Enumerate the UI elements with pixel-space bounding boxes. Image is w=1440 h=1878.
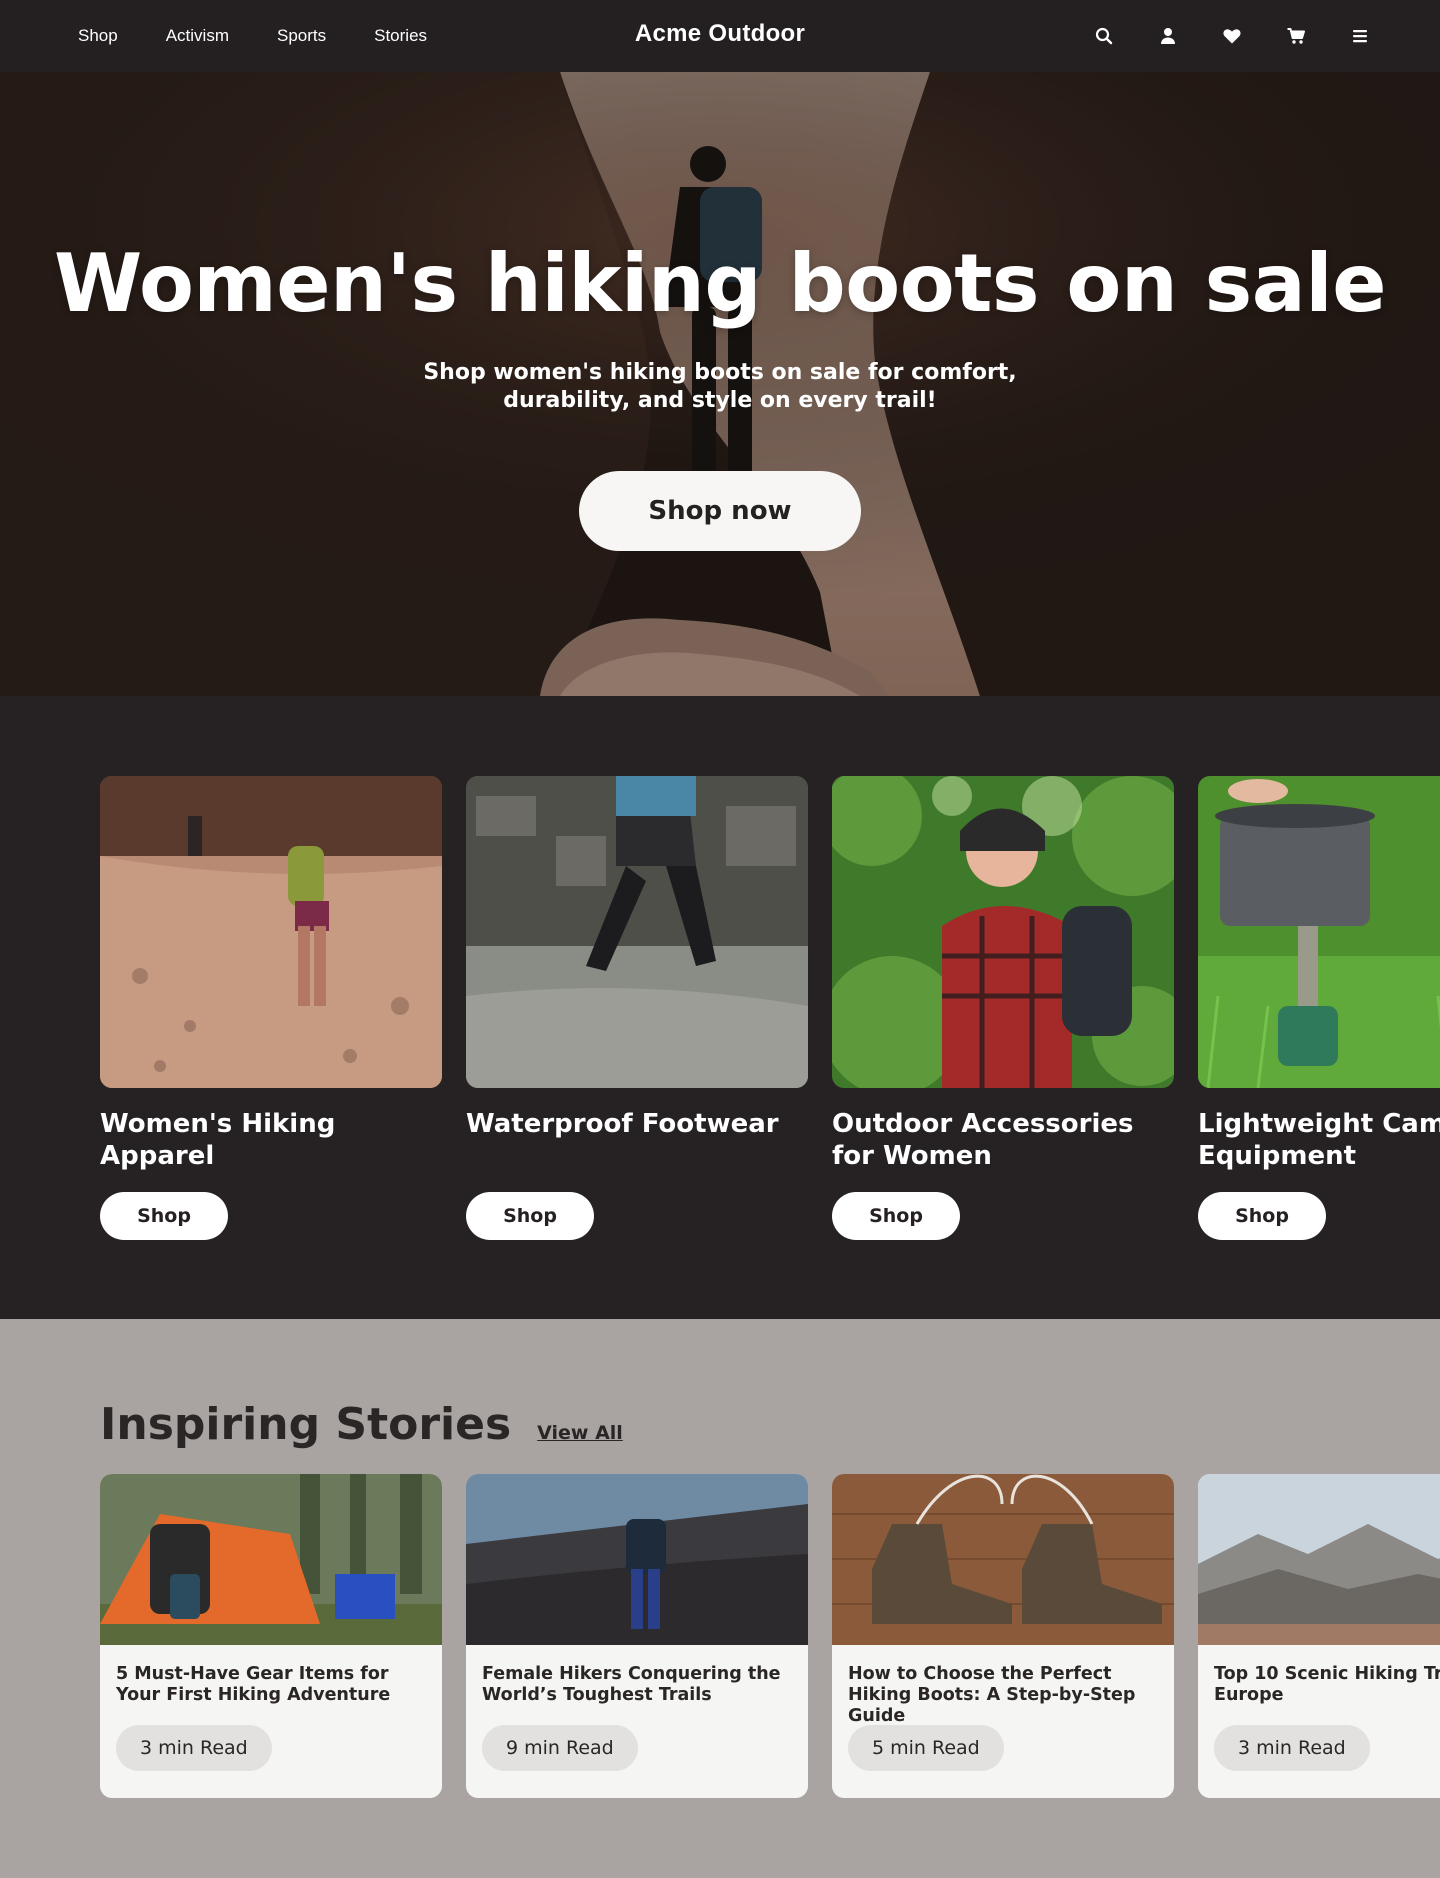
story-image — [100, 1474, 442, 1645]
category-image[interactable] — [100, 776, 442, 1088]
category-title: Women's Hiking Apparel — [100, 1109, 336, 1171]
primary-nav: Shop Activism Sports Stories — [78, 0, 427, 72]
story-title: Top 10 Scenic Hiking Trails in Europe — [1214, 1664, 1440, 1705]
read-time-badge: 5 min Read — [848, 1725, 1004, 1771]
hero-subtitle: Shop women's hiking boots on sale for co… — [423, 360, 1017, 413]
stories-section: Inspiring Stories View All 5 Must-Have G… — [0, 1319, 1440, 1878]
category-title: Waterproof Footwear — [466, 1109, 779, 1139]
story-image — [1198, 1474, 1440, 1645]
category-carousel: Women's Hiking Apparel Shop Waterproof F… — [0, 696, 1440, 1319]
nav-link-sports[interactable]: Sports — [277, 26, 326, 46]
hero-title: Women's hiking boots on sale — [54, 237, 1386, 330]
heart-icon[interactable] — [1222, 26, 1242, 46]
story-card[interactable]: 5 Must-Have Gear Items for Your First Hi… — [100, 1474, 442, 1798]
story-image — [832, 1474, 1174, 1645]
category-card: Lightweight Camping Equipment Shop — [1198, 776, 1440, 1240]
search-icon[interactable] — [1094, 26, 1114, 46]
shop-now-button[interactable]: Shop now — [579, 471, 861, 551]
menu-icon[interactable] — [1350, 26, 1370, 46]
story-card[interactable]: Female Hikers Conquering the World’s Tou… — [466, 1474, 808, 1798]
story-title: Female Hikers Conquering the World’s Tou… — [482, 1664, 781, 1705]
top-nav: Shop Activism Sports Stories Acme Outdoo… — [0, 0, 1440, 72]
view-all-link[interactable]: View All — [537, 1422, 623, 1444]
category-image[interactable] — [1198, 776, 1440, 1088]
nav-link-shop[interactable]: Shop — [78, 26, 118, 46]
cart-icon[interactable] — [1286, 26, 1306, 46]
category-shop-button[interactable]: Shop — [832, 1192, 960, 1240]
story-image — [466, 1474, 808, 1645]
read-time-badge: 3 min Read — [116, 1725, 272, 1771]
category-shop-button[interactable]: Shop — [466, 1192, 594, 1240]
story-card[interactable]: Top 10 Scenic Hiking Trails in Europe 3 … — [1198, 1474, 1440, 1798]
read-time-badge: 3 min Read — [1214, 1725, 1370, 1771]
category-image[interactable] — [466, 776, 808, 1088]
story-title: How to Choose the Perfect Hiking Boots: … — [848, 1664, 1136, 1726]
category-card: Waterproof Footwear Shop — [466, 776, 808, 1240]
nav-link-stories[interactable]: Stories — [374, 26, 427, 46]
nav-icons — [1094, 0, 1370, 72]
category-card: Women's Hiking Apparel Shop — [100, 776, 442, 1240]
category-shop-button[interactable]: Shop — [1198, 1192, 1326, 1240]
story-card[interactable]: How to Choose the Perfect Hiking Boots: … — [832, 1474, 1174, 1798]
category-card: Outdoor Accessories for Women Shop — [832, 776, 1174, 1240]
hero-banner: Women's hiking boots on sale Shop women'… — [0, 72, 1440, 696]
story-title: 5 Must-Have Gear Items for Your First Hi… — [116, 1664, 391, 1705]
read-time-badge: 9 min Read — [482, 1725, 638, 1771]
category-title: Outdoor Accessories for Women — [832, 1109, 1134, 1171]
stories-title: Inspiring Stories — [100, 1399, 512, 1450]
category-title: Lightweight Camping Equipment — [1198, 1109, 1440, 1171]
stories-header: Inspiring Stories View All — [100, 1399, 623, 1450]
nav-link-activism[interactable]: Activism — [166, 26, 229, 46]
category-shop-button[interactable]: Shop — [100, 1192, 228, 1240]
category-image[interactable] — [832, 776, 1174, 1088]
user-icon[interactable] — [1158, 26, 1178, 46]
